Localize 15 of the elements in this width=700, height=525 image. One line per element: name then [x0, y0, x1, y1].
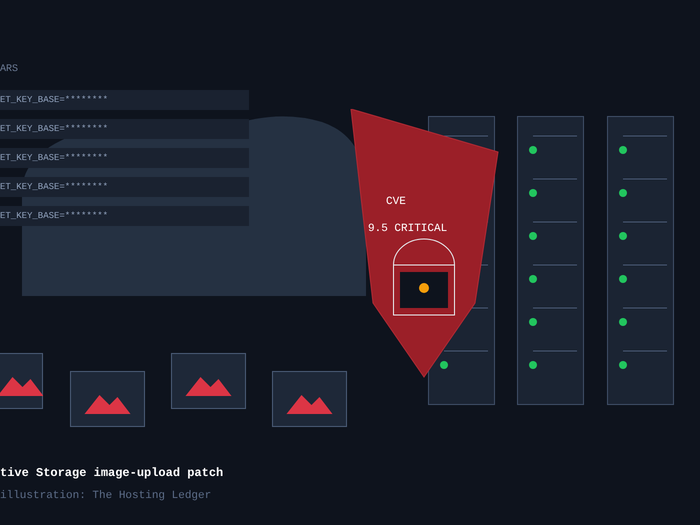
- image-credit: illustration: The Hosting Ledger: [0, 489, 212, 504]
- caption-headline: tive Storage image-upload patch: [0, 465, 224, 482]
- env-variable-row: ET_KEY_BASE=********: [0, 90, 249, 110]
- alert-title: CVE: [386, 195, 406, 210]
- lock-icon: [392, 238, 456, 316]
- env-variable-row: ET_KEY_BASE=********: [0, 148, 249, 168]
- image-icon: [272, 371, 347, 427]
- severity-label: 9.5 CRITICAL: [368, 222, 448, 237]
- env-variable-row: ET_KEY_BASE=********: [0, 177, 249, 197]
- env-variable-row: ET_KEY_BASE=********: [0, 119, 249, 139]
- image-icon: [171, 353, 246, 409]
- image-icon: [70, 371, 145, 427]
- env-variable-row: ET_KEY_BASE=********: [0, 206, 249, 226]
- section-label: ARS: [0, 63, 18, 77]
- image-icon: [0, 353, 43, 409]
